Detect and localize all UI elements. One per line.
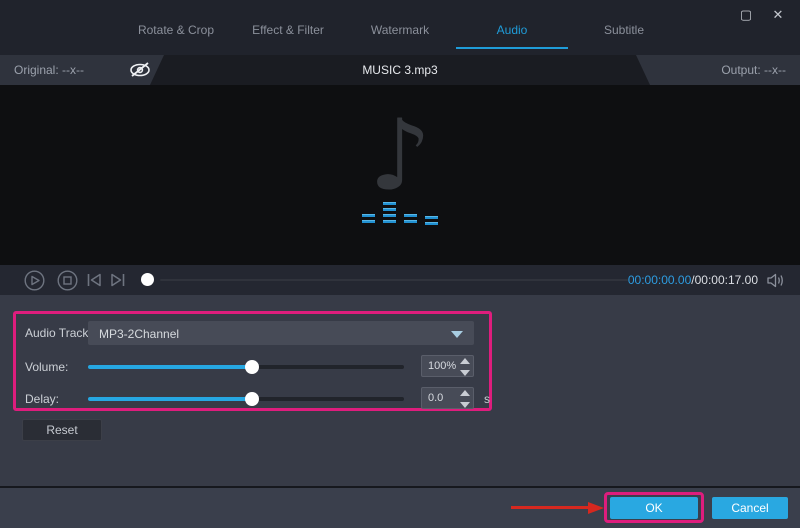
output-resolution-label: Output: --x-- bbox=[721, 63, 786, 77]
spin-down-icon[interactable] bbox=[460, 370, 470, 376]
volume-slider-handle[interactable] bbox=[245, 360, 259, 374]
player-bar: 00:00:00.00/00:00:17.00 bbox=[0, 265, 800, 295]
preview-area: ♪ bbox=[0, 85, 800, 265]
delay-spinbox[interactable]: 0.0 bbox=[421, 387, 474, 409]
reset-button[interactable]: Reset bbox=[22, 419, 102, 441]
red-pointer-arrow-icon bbox=[511, 504, 604, 512]
volume-label: Volume: bbox=[25, 360, 68, 374]
volume-speaker-icon[interactable] bbox=[766, 272, 786, 289]
seek-handle[interactable] bbox=[141, 273, 154, 286]
total-time: 00:00:17.00 bbox=[695, 273, 758, 287]
volume-spinbox[interactable]: 100% bbox=[421, 355, 474, 377]
stop-button[interactable] bbox=[57, 270, 78, 291]
tab-effect-filter[interactable]: Effect & Filter bbox=[232, 23, 344, 49]
seek-bar[interactable] bbox=[160, 279, 628, 281]
audio-edit-dialog: { "window_controls": { "maximize_glyph":… bbox=[0, 0, 800, 528]
delay-slider-handle[interactable] bbox=[245, 392, 259, 406]
highlighted-settings-group: Audio Track: MP3-2Channel Volume: 100% bbox=[13, 311, 492, 411]
delay-row: Delay: 0.0 s bbox=[25, 387, 480, 411]
audio-track-dropdown[interactable]: MP3-2Channel bbox=[88, 321, 474, 345]
equalizer-icon bbox=[362, 197, 438, 223]
previous-frame-button[interactable] bbox=[86, 272, 103, 288]
ok-button-highlight: OK bbox=[604, 492, 704, 523]
spin-down-icon[interactable] bbox=[460, 402, 470, 408]
close-button[interactable]: ✕ bbox=[770, 7, 786, 23]
next-frame-button[interactable] bbox=[109, 272, 126, 288]
window-controls: ▢ ✕ bbox=[738, 7, 786, 23]
ok-button[interactable]: OK bbox=[610, 497, 698, 519]
delay-label: Delay: bbox=[25, 392, 59, 406]
delay-value: 0.0 bbox=[428, 392, 443, 404]
audio-track-label: Audio Track: bbox=[25, 326, 92, 340]
tab-strip: Rotate & Crop Effect & Filter Watermark … bbox=[0, 23, 800, 49]
tab-subtitle[interactable]: Subtitle bbox=[568, 23, 680, 49]
footer-bar: OK Cancel bbox=[0, 488, 800, 528]
tab-watermark[interactable]: Watermark bbox=[344, 23, 456, 49]
volume-row: Volume: 100% bbox=[25, 355, 480, 379]
tab-audio[interactable]: Audio bbox=[456, 23, 568, 49]
original-resolution-segment: Original: --x-- bbox=[0, 55, 164, 85]
audio-track-row: Audio Track: MP3-2Channel bbox=[25, 321, 480, 345]
current-time: 00:00:00.00 bbox=[628, 273, 691, 287]
file-info-bar: MUSIC 3.mp3 Original: --x-- Output: --x-… bbox=[0, 55, 800, 85]
spin-up-icon[interactable] bbox=[460, 358, 470, 364]
tab-rotate-crop[interactable]: Rotate & Crop bbox=[120, 23, 232, 49]
original-resolution-label: Original: --x-- bbox=[14, 63, 84, 77]
delay-unit-label: s bbox=[484, 392, 490, 406]
volume-slider[interactable] bbox=[88, 356, 404, 378]
output-resolution-segment: Output: --x-- bbox=[636, 55, 800, 85]
audio-settings-panel: Audio Track: MP3-2Channel Volume: 100% bbox=[0, 295, 800, 488]
delay-slider[interactable] bbox=[88, 388, 404, 410]
maximize-button[interactable]: ▢ bbox=[738, 7, 754, 23]
volume-value: 100% bbox=[428, 360, 456, 372]
time-display: 00:00:00.00/00:00:17.00 bbox=[628, 273, 758, 287]
play-button[interactable] bbox=[24, 270, 45, 291]
music-note-icon: ♪ bbox=[369, 107, 432, 205]
spin-up-icon[interactable] bbox=[460, 390, 470, 396]
audio-track-value: MP3-2Channel bbox=[99, 327, 179, 341]
preview-visibility-eye-icon[interactable] bbox=[128, 60, 152, 80]
chevron-down-icon bbox=[451, 331, 463, 338]
top-tab-bar: Rotate & Crop Effect & Filter Watermark … bbox=[0, 0, 800, 55]
cancel-button[interactable]: Cancel bbox=[712, 497, 788, 519]
